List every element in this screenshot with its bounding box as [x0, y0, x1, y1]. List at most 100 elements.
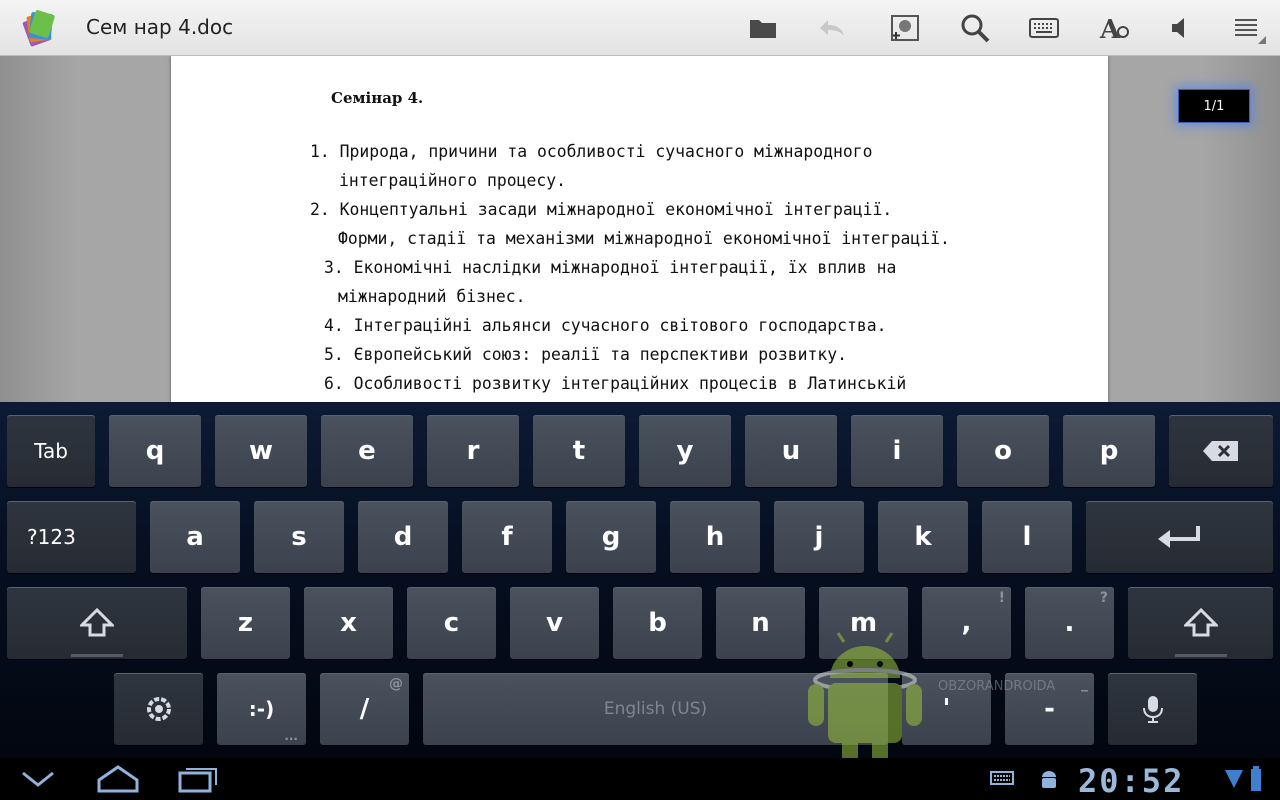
- document-line: 2. Концептуальні засади міжнародної екон…: [310, 200, 893, 219]
- key-z[interactable]: z: [201, 587, 290, 659]
- shift-indicator: [1174, 654, 1227, 657]
- key-a[interactable]: a: [150, 501, 240, 573]
- key-label: t: [572, 436, 586, 466]
- key-h[interactable]: h: [670, 501, 760, 573]
- key-label: a: [186, 522, 204, 552]
- document-line: 1. Природа, причини та особливості сучас…: [310, 142, 873, 161]
- key-b[interactable]: b: [613, 587, 702, 659]
- key-k[interactable]: k: [878, 501, 968, 573]
- wifi-icon: [1224, 768, 1244, 794]
- key-period[interactable]: .?: [1025, 587, 1114, 659]
- settings-key[interactable]: [114, 673, 203, 745]
- speaker-icon[interactable]: [1160, 8, 1200, 48]
- key-label: ?123: [27, 525, 76, 549]
- document-line: міжнародний бізнес.: [338, 287, 526, 306]
- key-label: w: [248, 436, 274, 466]
- key-label: s: [291, 522, 307, 552]
- key-label: .: [1064, 608, 1075, 638]
- document-line: 5. Європейський союз: реалії та перспект…: [324, 345, 848, 364]
- key-d[interactable]: d: [358, 501, 448, 573]
- key-label: d: [393, 522, 413, 552]
- page-indicator: 1/1: [1178, 89, 1250, 123]
- key-n[interactable]: n: [716, 587, 805, 659]
- key-label: c: [443, 608, 460, 638]
- key-label: p: [1099, 436, 1119, 466]
- key-hint: @: [389, 676, 403, 692]
- folder-icon[interactable]: [743, 8, 783, 48]
- document-viewport[interactable]: Семінар 4. 1. Природа, причини та особли…: [0, 56, 1280, 402]
- backspace-icon: [1203, 441, 1238, 461]
- key-v[interactable]: v: [510, 587, 599, 659]
- recent-apps-button[interactable]: [168, 758, 228, 800]
- key-s[interactable]: s: [254, 501, 344, 573]
- key-e[interactable]: e: [321, 415, 413, 487]
- document-heading: Семінар 4.: [331, 89, 424, 107]
- document-title: Сем нар 4.doc: [86, 15, 234, 39]
- key-u[interactable]: u: [745, 415, 837, 487]
- soft-keyboard: Tab q w e r t y u i o p ?123 a s d f g h…: [0, 402, 1280, 758]
- app-logo-icon[interactable]: [18, 8, 58, 48]
- key-i[interactable]: i: [851, 415, 943, 487]
- tab-key[interactable]: Tab: [7, 415, 95, 487]
- key-r[interactable]: r: [427, 415, 519, 487]
- system-bar: 20:52: [0, 758, 1280, 800]
- battery-icon: [1250, 766, 1262, 796]
- key-label: o: [994, 436, 1012, 466]
- backspace-key[interactable]: [1169, 415, 1273, 487]
- undo-icon[interactable]: [812, 8, 852, 48]
- shift-key-left[interactable]: [7, 587, 187, 659]
- key-label: ,: [961, 608, 972, 638]
- key-comma[interactable]: ,!: [922, 587, 1011, 659]
- key-o[interactable]: o: [957, 415, 1049, 487]
- key-x[interactable]: x: [304, 587, 393, 659]
- recent-apps-icon: [178, 768, 217, 793]
- key-label: Tab: [34, 439, 68, 463]
- key-j[interactable]: j: [774, 501, 864, 573]
- key-t[interactable]: t: [533, 415, 625, 487]
- document-line: 6. Особливості розвитку інтеграційних пр…: [324, 374, 907, 393]
- key-label: /: [359, 694, 370, 724]
- key-p[interactable]: p: [1063, 415, 1155, 487]
- key-label: y: [676, 436, 694, 466]
- app-bar: Сем нар 4.doc A: [0, 0, 1280, 56]
- key-label: e: [358, 436, 376, 466]
- document-page[interactable]: Семінар 4. 1. Природа, причини та особли…: [171, 56, 1108, 402]
- key-hint: ?: [1099, 590, 1108, 606]
- add-image-icon[interactable]: [885, 8, 925, 48]
- slash-key[interactable]: / @: [320, 673, 409, 745]
- debug-android-icon: [1038, 768, 1060, 794]
- text-format-icon[interactable]: A: [1094, 8, 1134, 48]
- voice-input-key[interactable]: [1108, 673, 1197, 745]
- status-clock[interactable]: 20:52: [1078, 762, 1184, 800]
- keyboard-icon[interactable]: [1024, 8, 1064, 48]
- enter-key[interactable]: [1086, 501, 1273, 573]
- home-icon: [97, 765, 139, 793]
- key-label: i: [892, 436, 902, 466]
- key-label: k: [914, 522, 932, 552]
- key-label: n: [751, 608, 770, 638]
- emoticon-key[interactable]: :-)...: [217, 673, 306, 745]
- key-f[interactable]: f: [462, 501, 552, 573]
- back-button[interactable]: [8, 758, 68, 800]
- key-hint: !: [998, 590, 1005, 606]
- microphone-icon: [1142, 696, 1163, 723]
- search-icon[interactable]: [955, 8, 995, 48]
- key-hint: _: [1081, 676, 1088, 692]
- settings-icon: [146, 697, 171, 721]
- home-button[interactable]: [88, 758, 148, 800]
- shift-key-right[interactable]: [1128, 587, 1273, 659]
- more-dots: ...: [284, 729, 298, 743]
- key-q[interactable]: q: [109, 415, 201, 487]
- android-watermark-icon: [800, 628, 930, 768]
- key-label: q: [145, 436, 165, 466]
- key-y[interactable]: y: [639, 415, 731, 487]
- key-w[interactable]: w: [215, 415, 307, 487]
- space-language-label: English (US): [603, 699, 708, 719]
- symbols-key[interactable]: ?123: [7, 501, 136, 573]
- key-l[interactable]: l: [982, 501, 1072, 573]
- key-c[interactable]: c: [407, 587, 496, 659]
- key-g[interactable]: g: [566, 501, 656, 573]
- document-line: Форми, стадії та механізми міжнародної е…: [338, 229, 950, 248]
- key-label: h: [705, 522, 725, 552]
- key-label: z: [237, 608, 254, 638]
